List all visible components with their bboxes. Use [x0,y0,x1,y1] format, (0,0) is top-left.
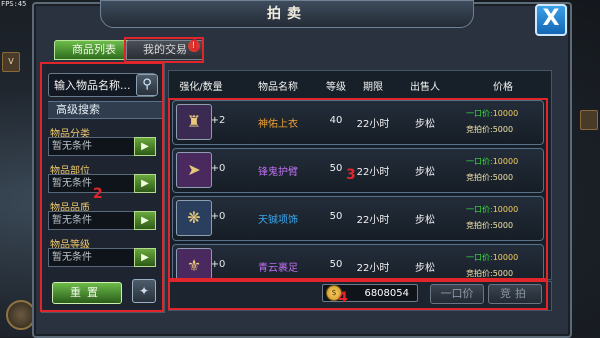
annotation-number-3: 3 [346,167,356,183]
side-scene-tab: V [2,52,20,72]
annotation-box-3 [168,98,548,280]
header-item-name: 物品名称 [258,82,298,93]
header-level: 等级 [326,82,346,93]
annotation-number-4: 4 [338,290,348,306]
header-strength: 强化/数量 [179,82,223,93]
close-button[interactable]: X [535,4,567,36]
annotation-number-1: 1 [190,38,200,54]
header-seller: 出售人 [410,82,440,93]
header-price: 价格 [493,82,513,93]
tab-goods-list[interactable]: 商品列表 [54,40,134,60]
annotation-box-4 [168,280,548,310]
annotation-number-2: 2 [93,186,103,202]
header-limit: 期限 [363,82,383,93]
window-title: 拍卖 [100,0,474,28]
fps-counter: FPS:45 [1,0,27,8]
side-scene-tab-right [580,110,598,130]
